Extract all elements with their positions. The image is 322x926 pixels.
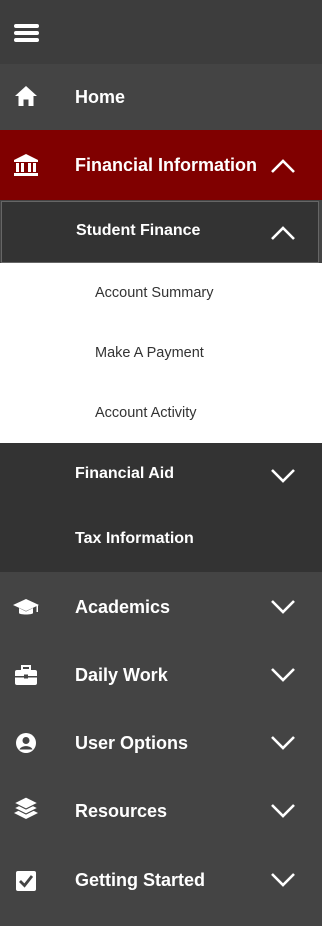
nav-item-label: Resources bbox=[75, 801, 168, 821]
nav-item-label: Daily Work bbox=[75, 665, 168, 685]
student-finance-links: Account Summary Make A Payment Account A… bbox=[0, 263, 322, 443]
nav-item-financial-information[interactable]: Financial Information bbox=[0, 130, 322, 200]
chevron-down-icon[interactable] bbox=[270, 598, 296, 614]
nav-item-label: Home bbox=[75, 87, 126, 107]
nav-item-user-options[interactable]: User Options bbox=[0, 708, 322, 776]
subnav-item-student-finance[interactable]: Student Finance bbox=[1, 201, 319, 263]
nav-item-label: User Options bbox=[75, 733, 189, 753]
user-circle-icon bbox=[16, 733, 36, 753]
link-account-summary[interactable]: Account Summary bbox=[95, 285, 213, 301]
subnav-item-label: Financial Aid bbox=[75, 465, 174, 482]
chevron-down-icon[interactable] bbox=[270, 802, 296, 818]
nav-item-label: Getting Started bbox=[75, 870, 206, 890]
nav-header bbox=[0, 0, 322, 64]
nav-item-getting-started[interactable]: Getting Started bbox=[0, 844, 322, 926]
home-icon bbox=[15, 86, 37, 106]
nav-item-home[interactable]: Home bbox=[0, 64, 322, 130]
briefcase-icon bbox=[15, 665, 37, 685]
graduation-cap-icon bbox=[13, 599, 39, 615]
chevron-down-icon[interactable] bbox=[270, 467, 296, 483]
subnav-item-tax-information[interactable]: Tax Information bbox=[0, 507, 322, 572]
chevron-down-icon[interactable] bbox=[270, 734, 296, 750]
bank-icon bbox=[14, 154, 38, 176]
chevron-up-icon[interactable] bbox=[270, 225, 296, 241]
books-icon bbox=[12, 796, 40, 819]
nav-item-academics[interactable]: Academics bbox=[0, 572, 322, 640]
chevron-down-icon[interactable] bbox=[270, 871, 296, 887]
nav-item-label: Financial Information bbox=[75, 155, 258, 175]
subnav-item-label: Student Finance bbox=[76, 222, 201, 239]
chevron-down-icon[interactable] bbox=[270, 666, 296, 682]
link-make-a-payment[interactable]: Make A Payment bbox=[95, 345, 204, 361]
subnav-item-label: Tax Information bbox=[75, 530, 194, 547]
subnav-item-financial-aid[interactable]: Financial Aid bbox=[0, 443, 322, 507]
nav-item-resources[interactable]: Resources bbox=[0, 776, 322, 844]
hamburger-icon[interactable] bbox=[14, 22, 40, 44]
nav-item-label: Academics bbox=[75, 597, 171, 617]
checkbox-icon bbox=[16, 871, 36, 891]
link-account-activity[interactable]: Account Activity bbox=[95, 405, 197, 421]
nav-item-daily-work[interactable]: Daily Work bbox=[0, 640, 322, 708]
chevron-up-icon[interactable] bbox=[270, 158, 296, 174]
